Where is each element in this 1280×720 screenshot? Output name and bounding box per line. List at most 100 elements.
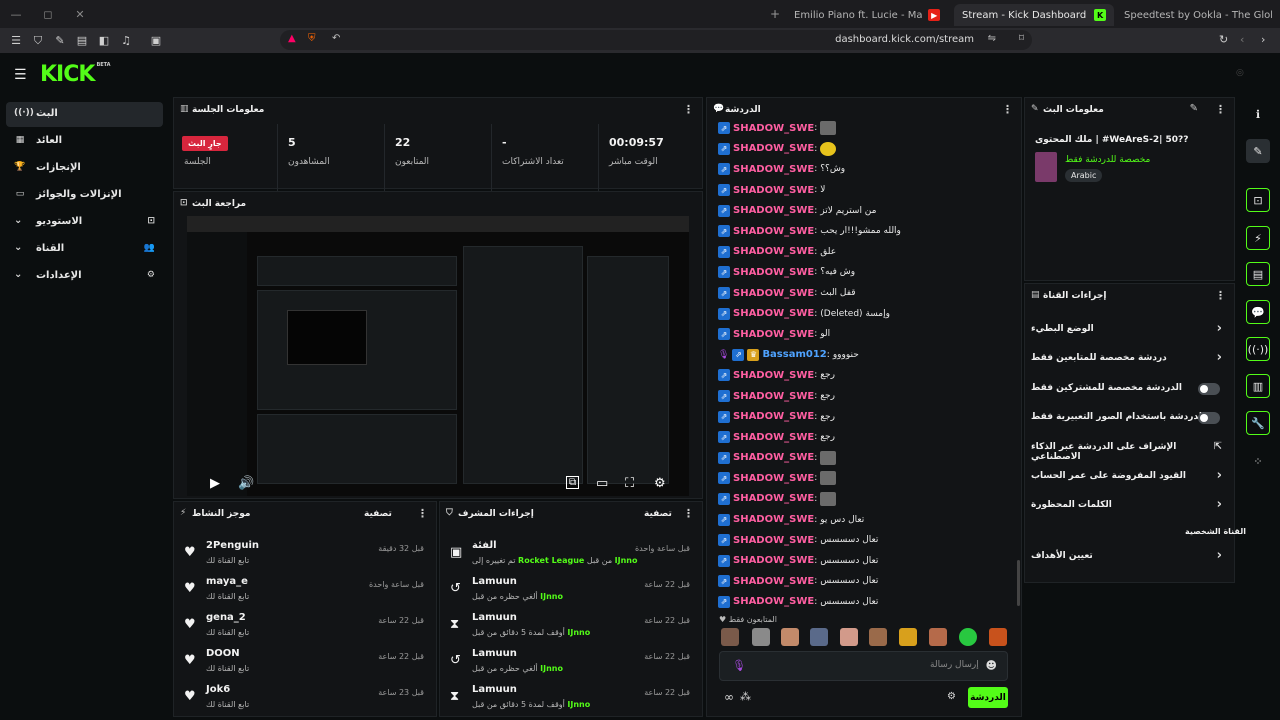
chat-username[interactable]: SHADOW_SWE	[733, 411, 814, 422]
chat-message[interactable]: ⇗ SHADOW_SWE: رجع	[718, 386, 1008, 407]
sidebar-icon[interactable]: ◧	[94, 34, 114, 47]
category-thumbnail[interactable]	[1035, 152, 1057, 182]
back-icon[interactable]: ›	[1261, 33, 1265, 46]
sidebar-item-achievements[interactable]: 🏆 الإنجازات	[6, 156, 163, 181]
emoji-icon[interactable]: ☻	[986, 659, 997, 672]
action-target[interactable]: Lamuun	[472, 576, 517, 587]
ai-moderation-row[interactable]: الإشراف على الدردشة عبر الذكاء الاصطناعي…	[1031, 438, 1226, 462]
more-options-icon[interactable]: ⋮	[683, 507, 694, 520]
chat-username[interactable]: SHADOW_SWE	[733, 143, 814, 154]
forward-icon[interactable]: ‹	[1240, 33, 1244, 46]
chat-username[interactable]: SHADOW_SWE	[733, 288, 814, 299]
chat-message[interactable]: ⇗ SHADOW_SWE: رجع	[718, 365, 1008, 386]
filter-button[interactable]: تصفية	[644, 509, 672, 519]
lightning-icon[interactable]: ⚡	[1246, 226, 1270, 250]
tab-speedtest[interactable]: Speedtest by Ookla - The Global Broa	[1116, 4, 1280, 26]
settings-icon[interactable]: ⚙	[654, 476, 666, 491]
chat-message[interactable]: ⇗ SHADOW_SWE:	[718, 118, 1008, 139]
sidebar-item-settings[interactable]: ⌄ الإعدادات ⚙	[6, 264, 163, 289]
chat-username[interactable]: SHADOW_SWE	[733, 493, 814, 504]
chat-username[interactable]: SHADOW_SWE	[733, 432, 814, 443]
account-age-row[interactable]: القيود المفروضة على عمر الحساب ›	[1031, 467, 1226, 487]
chat-message[interactable]: ⇗ SHADOW_SWE: وش؟؟	[718, 159, 1008, 180]
chat-username[interactable]: SHADOW_SWE	[733, 246, 814, 257]
chat-message[interactable]: ⇗ SHADOW_SWE: لا	[718, 180, 1008, 201]
emotes-only-toggle[interactable]	[1198, 412, 1220, 424]
category-name[interactable]: مخصصة للدردشة فقط	[1065, 155, 1150, 165]
follower-name[interactable]: DOON	[206, 648, 240, 659]
wrench-icon[interactable]: 🔧	[1246, 411, 1270, 435]
chat-username[interactable]: SHADOW_SWE	[733, 576, 814, 587]
back-in-bar-icon[interactable]: ↶	[332, 33, 340, 44]
followers-only-row[interactable]: دردشة مخصصة للمتابعين فقط ›	[1031, 349, 1226, 369]
chat-message[interactable]: ⇗ SHADOW_SWE: تعال دسسسس	[718, 530, 1008, 551]
emote-icon[interactable]	[781, 628, 799, 646]
wallet-icon[interactable]: ▤	[72, 34, 92, 47]
chat-message[interactable]: ⇗ SHADOW_SWE: (Deleted) وإمسة	[718, 303, 1008, 324]
chat-message[interactable]: ⇗ SHADOW_SWE: من استريم لاتز	[718, 200, 1008, 221]
kick-logo[interactable]: KICK BETA	[40, 62, 111, 87]
window-menu-icon[interactable]: —	[0, 8, 32, 21]
chat-username[interactable]: SHADOW_SWE	[733, 308, 814, 319]
chat-username[interactable]: SHADOW_SWE	[733, 123, 814, 134]
chat-username[interactable]: SHADOW_SWE	[733, 267, 814, 278]
emote-icon[interactable]	[929, 628, 947, 646]
emote-icon[interactable]	[752, 628, 770, 646]
notes-icon[interactable]: ▤	[1246, 262, 1270, 286]
chat-message[interactable]: ⇗ SHADOW_SWE: قفل البث	[718, 283, 1008, 304]
fullscreen-icon[interactable]: ⛶	[625, 476, 634, 491]
volume-icon[interactable]: 🔊	[238, 476, 254, 491]
chat-message[interactable]: ⇗ SHADOW_SWE: رجع	[718, 427, 1008, 448]
sidebar-item-drops[interactable]: ▭ الإنزالات والجوائز	[6, 183, 163, 208]
chat-message[interactable]: ⇗ SHADOW_SWE: الو	[718, 324, 1008, 345]
brave-shield-icon[interactable]: ⛨	[308, 33, 316, 44]
slow-mode-row[interactable]: الوضع البطيء ›	[1031, 320, 1226, 340]
new-tab-icon[interactable]: +	[770, 7, 780, 21]
chat-icon[interactable]: 💬	[1246, 300, 1270, 324]
chat-username[interactable]: SHADOW_SWE	[733, 164, 814, 175]
add-widget-icon[interactable]: ⁘	[1246, 449, 1270, 473]
emote-icon[interactable]	[810, 628, 828, 646]
moderator-link[interactable]: IJnno	[567, 628, 590, 637]
window-close-icon[interactable]: ✕	[64, 8, 96, 21]
theater-icon[interactable]: ▭	[596, 476, 608, 491]
chat-username[interactable]: SHADOW_SWE	[733, 205, 814, 216]
tab-youtube[interactable]: Emilio Piano ft. Lucie - Maison - YouT ▶	[786, 4, 948, 26]
pencil-icon[interactable]: ✎	[1190, 103, 1198, 114]
set-goals-row[interactable]: تعيين الأهداف ›	[1031, 547, 1226, 567]
more-options-icon[interactable]: ⋮	[1215, 289, 1226, 302]
music-icon[interactable]: ♫	[116, 34, 136, 47]
picture-in-picture-icon[interactable]: ⧉	[566, 476, 580, 489]
url-text[interactable]: dashboard.kick.com/stream	[835, 34, 974, 45]
reload-icon[interactable]: ↻	[1219, 33, 1228, 46]
chat-message[interactable]: ⇗ SHADOW_SWE: علق	[718, 242, 1008, 263]
chat-username[interactable]: SHADOW_SWE	[733, 452, 814, 463]
chat-message[interactable]: ⇗ SHADOW_SWE:	[718, 489, 1008, 510]
chat-message[interactable]: ⇗ SHADOW_SWE: تعال دسسسس	[718, 550, 1008, 571]
shield-icon[interactable]: ⛉	[28, 34, 48, 48]
chat-username[interactable]: SHADOW_SWE	[733, 226, 814, 237]
chat-message[interactable]: ⇗ SHADOW_SWE:	[718, 448, 1008, 469]
send-chat-button[interactable]: الدردشة	[968, 687, 1008, 708]
sidebar-item-stream[interactable]: ((·)) البث	[6, 102, 163, 127]
subscribers-only-toggle[interactable]	[1198, 383, 1220, 395]
chat-username[interactable]: SHADOW_SWE	[733, 473, 814, 484]
emote-icon[interactable]	[899, 628, 917, 646]
brave-rewards-icon[interactable]: ▲	[288, 33, 296, 44]
action-target[interactable]: Lamuun	[472, 684, 517, 695]
more-options-icon[interactable]: ⋮	[417, 507, 428, 520]
more-options-icon[interactable]: ⋮	[1002, 103, 1013, 116]
chat-message[interactable]: ⇗ SHADOW_SWE:	[718, 139, 1008, 160]
extension-icon[interactable]: ✎	[50, 34, 70, 47]
chat-username[interactable]: Bassam012	[762, 349, 826, 360]
follower-name[interactable]: 2Penguin	[206, 540, 259, 551]
moderator-link[interactable]: IJnno	[540, 664, 563, 673]
stream-preview-video[interactable]: KICK	[187, 216, 689, 496]
chat-username[interactable]: SHADOW_SWE	[733, 596, 814, 607]
emote-icon[interactable]	[840, 628, 858, 646]
chat-message[interactable]: ⇗ SHADOW_SWE: رجع	[718, 406, 1008, 427]
window-restore-icon[interactable]: ◻	[32, 8, 64, 21]
chat-username[interactable]: SHADOW_SWE	[733, 514, 814, 525]
address-bar[interactable]: ▲ ⛨ ↶ dashboard.kick.com/stream ⇋ ⌑	[280, 30, 1032, 50]
microphone-icon[interactable]: 🎙	[732, 659, 746, 672]
